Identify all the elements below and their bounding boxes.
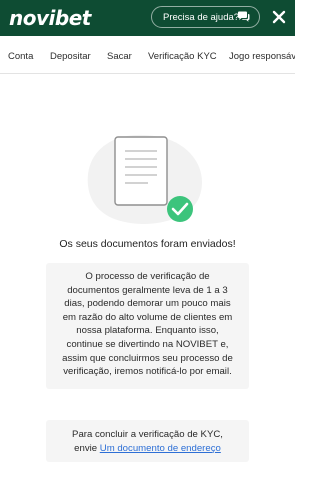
account-tabs: Conta Depositar Sacar Verificação KYC Jo… xyxy=(0,36,295,74)
tab-conta[interactable]: Conta xyxy=(8,51,33,62)
kyc-instruction-box: Para concluir a verificação de KYC, envi… xyxy=(46,420,249,462)
close-icon[interactable] xyxy=(270,8,288,26)
documents-sent-message: Os seus documentos foram enviados! xyxy=(59,238,236,250)
info-text-line: documentos geralmente leva de 1 a 3 xyxy=(67,284,228,296)
tab-depositar[interactable]: Depositar xyxy=(50,51,91,62)
info-text-line: em razão do alto volume de clientes em xyxy=(62,311,233,323)
info-text-line: continue se divertindo na NOVIBET e, xyxy=(66,338,229,350)
tab-jogo-responsavel[interactable]: Jogo responsável xyxy=(229,51,295,62)
info-text-line: O processo de verificação de xyxy=(85,271,210,282)
tab-sacar[interactable]: Sacar xyxy=(107,51,132,62)
kyc-prefix-text: envie xyxy=(74,442,100,454)
info-text-line: dias, podendo demorar um pouco mais xyxy=(64,298,231,310)
tab-verificacao-kyc[interactable]: Verificação KYC xyxy=(148,51,217,62)
document-check-icon xyxy=(87,134,203,224)
info-text-line: verificação, iremos notificá-lo por emai… xyxy=(63,366,232,378)
kyc-text-line: envie Um documento de endereço xyxy=(50,442,245,456)
verification-info-box: O processo de verificação de documentos … xyxy=(46,263,249,389)
address-document-link[interactable]: Um documento de endereço xyxy=(100,443,221,454)
kyc-text-line: Para concluir a verificação de KYC, xyxy=(72,429,223,440)
info-text-line: nossa plataforma. Enquanto isso, xyxy=(76,325,219,337)
header-bar: novibet Precisa de ajuda? xyxy=(0,0,295,36)
chat-icon xyxy=(238,11,250,22)
novibet-logo[interactable]: novibet xyxy=(9,6,91,30)
info-text-line: assim que concluirmos seu processo de xyxy=(62,352,233,364)
help-button-label: Precisa de ajuda? xyxy=(163,11,240,23)
help-button[interactable]: Precisa de ajuda? xyxy=(151,6,260,28)
